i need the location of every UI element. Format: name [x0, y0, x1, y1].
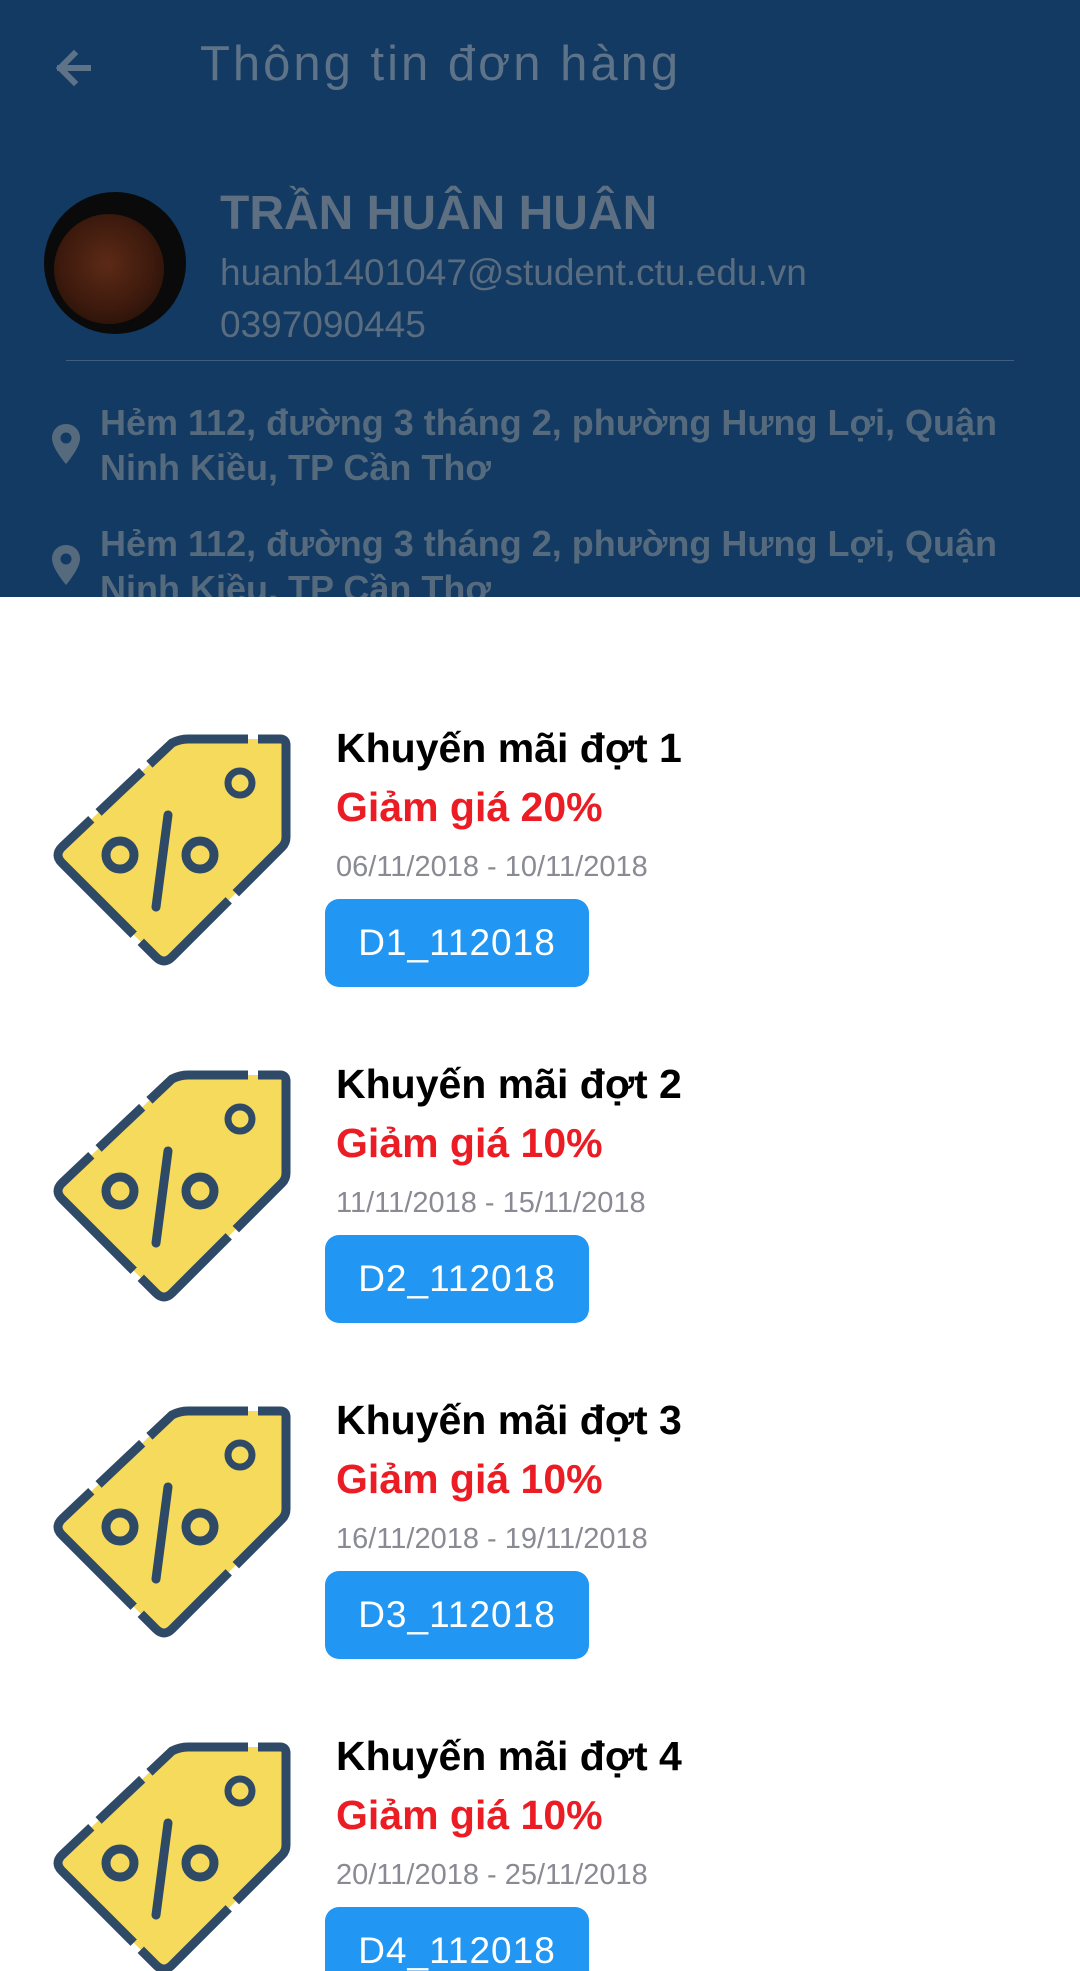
avatar-image: [54, 214, 164, 324]
page-title: Thông tin đơn hàng: [200, 37, 682, 91]
promo-title: Khuyến mãi đợt 4: [336, 1733, 682, 1779]
promo-item[interactable]: Khuyến mãi đợt 1 Giảm giá 20% 06/11/2018…: [0, 597, 1080, 987]
promo-code-button[interactable]: D4_112018: [325, 1907, 589, 1971]
promo-title: Khuyến mãi đợt 3: [336, 1397, 682, 1443]
location-pin-icon: [52, 424, 80, 464]
profile-name: TRẦN HUÂN HUÂN: [220, 187, 658, 240]
divider: [66, 360, 1014, 361]
promo-item[interactable]: Khuyến mãi đợt 4 Giảm giá 10% 20/11/2018…: [0, 1605, 1080, 1971]
profile-email: huanb1401047@student.ctu.edu.vn: [220, 252, 807, 293]
promotions-bottom-sheet: Khuyến mãi đợt 1 Giảm giá 20% 06/11/2018…: [0, 597, 1080, 1971]
promo-dates: 20/11/2018 - 25/11/2018: [336, 1859, 648, 1891]
address-text: Hẻm 112, đường 3 tháng 2, phường Hưng Lợ…: [100, 521, 1030, 597]
address-line-2: Ninh Kiều, TP Cần Thơ: [100, 568, 491, 597]
promo-discount: Giảm giá 20%: [336, 784, 603, 830]
avatar[interactable]: [44, 192, 186, 334]
promo-discount: Giảm giá 10%: [336, 1456, 603, 1502]
profile-phone: 0397090445: [220, 304, 426, 345]
promo-title: Khuyến mãi đợt 1: [336, 725, 682, 771]
address-text: Hẻm 112, đường 3 tháng 2, phường Hưng Lợ…: [100, 400, 1030, 490]
order-info-header: Thông tin đơn hàng TRẦN HUÂN HUÂN huanb1…: [0, 0, 1080, 597]
promo-dates: 11/11/2018 - 15/11/2018: [336, 1187, 646, 1219]
promo-item[interactable]: Khuyến mãi đợt 2 Giảm giá 10% 11/11/2018…: [0, 933, 1080, 1323]
discount-tag-icon: [53, 1742, 291, 1971]
arrow-left-icon: [55, 49, 91, 87]
promo-discount: Giảm giá 10%: [336, 1120, 603, 1166]
address-line-1: Hẻm 112, đường 3 tháng 2, phường Hưng Lợ…: [100, 402, 998, 443]
promo-title: Khuyến mãi đợt 2: [336, 1061, 682, 1107]
back-button[interactable]: [44, 38, 108, 102]
promo-dates: 06/11/2018 - 10/11/2018: [336, 851, 648, 883]
address-line-2: Ninh Kiều, TP Cần Thơ: [100, 447, 491, 488]
promo-item[interactable]: Khuyến mãi đợt 3 Giảm giá 10% 16/11/2018…: [0, 1269, 1080, 1659]
location-pin-icon: [52, 545, 80, 585]
promo-dates: 16/11/2018 - 19/11/2018: [336, 1523, 648, 1555]
promo-discount: Giảm giá 10%: [336, 1792, 603, 1838]
address-line-1: Hẻm 112, đường 3 tháng 2, phường Hưng Lợ…: [100, 523, 998, 564]
